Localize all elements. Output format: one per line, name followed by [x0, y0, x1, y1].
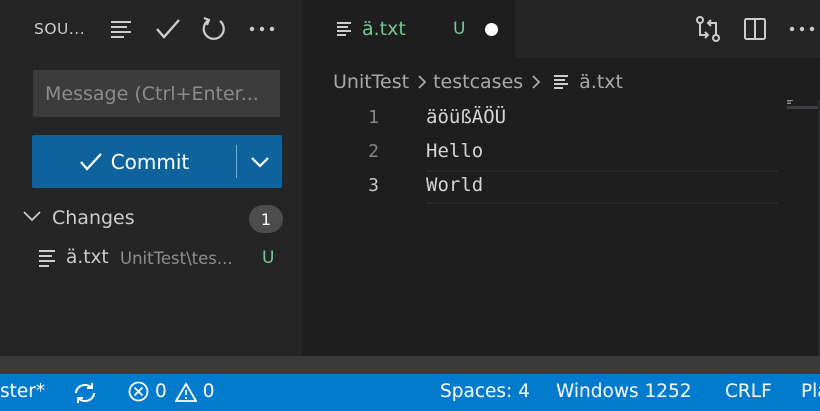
- commit-button-separator: [236, 145, 237, 178]
- breadcrumb: UnitTest testcases ä.txt: [333, 68, 623, 96]
- minimap-slider[interactable]: [787, 106, 820, 109]
- changed-file-path: UnitTest\tes...: [120, 249, 233, 268]
- view-as-list-button[interactable]: [107, 15, 135, 43]
- eol-status[interactable]: CRLF: [725, 381, 772, 402]
- language-status[interactable]: Pla: [801, 381, 820, 402]
- chevron-right-icon: [531, 74, 541, 90]
- changes-group-header[interactable]: Changes 1: [0, 201, 302, 235]
- chevron-down-icon: [251, 156, 269, 168]
- changed-file-status: U: [262, 248, 275, 268]
- compare-changes-icon: [696, 16, 720, 42]
- source-control-sidebar: SOU... Commit Changes 1 ä.txt UnitT: [0, 0, 302, 374]
- file-lines-icon: [553, 74, 569, 90]
- line-number: 3: [368, 175, 379, 196]
- chevron-right-icon: [417, 74, 427, 90]
- unsaved-dot-icon[interactable]: [485, 23, 498, 36]
- code-line[interactable]: 2 Hello: [302, 135, 782, 169]
- editor-tab-bar: ä.txt U: [302, 0, 820, 58]
- warning-count: 0: [202, 381, 215, 402]
- sync-icon: [75, 383, 95, 403]
- tab-label: ä.txt: [362, 18, 406, 40]
- open-changes-button[interactable]: [693, 14, 723, 44]
- split-editor-button[interactable]: [740, 14, 770, 44]
- breadcrumb-item-folder[interactable]: UnitTest: [333, 71, 409, 93]
- encoding-status[interactable]: Windows 1252: [556, 381, 692, 402]
- minimap[interactable]: [787, 100, 797, 104]
- check-icon: [156, 19, 180, 39]
- more-icon: [249, 26, 275, 32]
- error-icon: [128, 381, 149, 402]
- commit-button-group: Commit: [32, 135, 282, 188]
- breadcrumb-item-file[interactable]: ä.txt: [579, 71, 623, 93]
- sidebar-header: SOU...: [0, 0, 302, 58]
- editor-more-actions-button[interactable]: [787, 14, 817, 44]
- line-text: World: [426, 174, 484, 196]
- sync-button[interactable]: [73, 382, 97, 404]
- list-icon: [111, 21, 131, 38]
- line-number: 2: [368, 141, 379, 162]
- commit-button[interactable]: Commit: [32, 135, 236, 188]
- commit-button-label: Commit: [110, 149, 190, 174]
- horizontal-scrollbar-track[interactable]: [0, 356, 820, 374]
- file-lines-icon: [337, 22, 351, 36]
- problems-status[interactable]: 0 0: [128, 381, 215, 402]
- line-number: 1: [368, 107, 379, 128]
- commit-check-button[interactable]: [154, 15, 182, 43]
- split-editor-icon: [744, 18, 766, 40]
- sidebar-title: SOU...: [34, 20, 86, 38]
- breadcrumb-item-subfolder[interactable]: testcases: [433, 71, 523, 93]
- line-text: äöüßÄÖÜ: [426, 106, 507, 128]
- tab-status: U: [453, 19, 466, 39]
- warning-icon: [174, 381, 197, 402]
- error-count: 0: [155, 381, 167, 402]
- commit-dropdown-button[interactable]: [238, 135, 282, 188]
- line-text: Hello: [426, 140, 484, 162]
- branch-status[interactable]: ster*: [0, 381, 45, 402]
- indentation-status[interactable]: Spaces: 4: [440, 381, 530, 402]
- changes-count-badge: 1: [249, 205, 283, 233]
- more-actions-button[interactable]: [248, 15, 276, 43]
- refresh-button[interactable]: [200, 15, 228, 43]
- changes-label: Changes: [52, 207, 135, 229]
- changed-file-item[interactable]: ä.txt UnitTest\tes... U: [0, 242, 302, 276]
- editor-tab-active[interactable]: ä.txt U: [302, 0, 515, 58]
- changed-file-name: ä.txt: [66, 247, 109, 268]
- more-icon: [789, 26, 815, 32]
- code-line[interactable]: 3 World: [302, 169, 782, 203]
- check-icon: [79, 152, 102, 171]
- code-line[interactable]: 1 äöüßÄÖÜ: [302, 101, 782, 135]
- refresh-icon: [202, 16, 225, 40]
- chevron-down-icon: [23, 211, 41, 222]
- commit-message-input[interactable]: [33, 70, 280, 117]
- file-lines-icon: [39, 250, 55, 267]
- status-bar: ster* 0 0 Spaces: 4 Windows 1252 CRLF Pl…: [0, 374, 820, 411]
